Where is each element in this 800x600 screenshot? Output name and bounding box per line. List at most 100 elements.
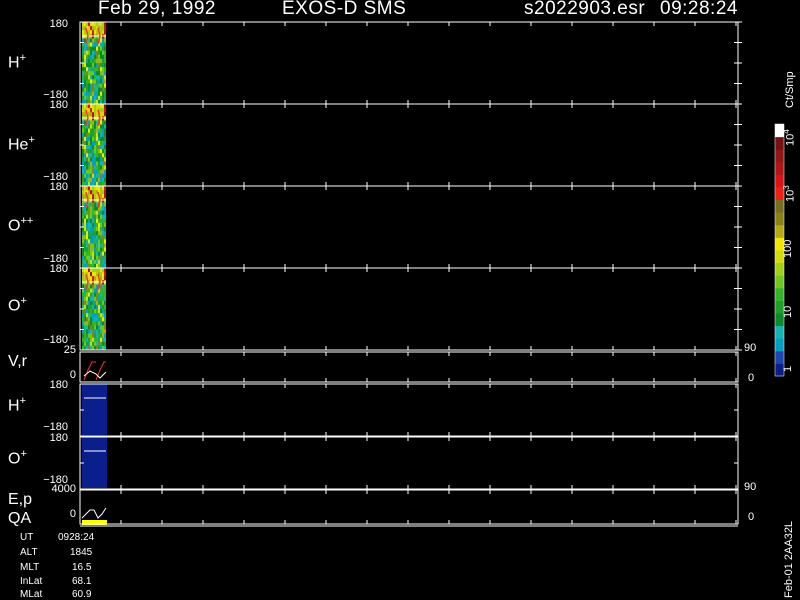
heat-cell [88, 239, 90, 244]
heat-cell [88, 190, 90, 195]
heat-cell [104, 313, 106, 318]
heat-cell [92, 165, 94, 171]
heat-cell [92, 79, 94, 84]
heat-cell [92, 259, 94, 265]
heat-cell [98, 251, 100, 257]
heat-cell [104, 210, 106, 216]
heat-cell [84, 161, 86, 166]
heat-cell [104, 194, 106, 199]
heat-cell [100, 95, 102, 101]
heat-cell [92, 145, 94, 150]
heat-cell [104, 190, 106, 195]
heat-cell [92, 42, 94, 48]
heat-cell [92, 153, 94, 158]
heat-cell [88, 67, 90, 72]
heat-cell [90, 202, 92, 207]
heat-cell [100, 149, 102, 154]
heat-cell [94, 140, 96, 146]
heat-cell [86, 87, 88, 93]
heat-cell [92, 132, 94, 138]
heat-cell [102, 157, 104, 162]
heat-cell [92, 329, 94, 335]
heat-cell [100, 42, 102, 48]
heat-cell [104, 50, 106, 56]
colorbar-tick-1e3: 103 [782, 185, 797, 202]
heat-cell [100, 83, 102, 89]
colorbar-segment [775, 350, 784, 364]
heat-cell [98, 91, 100, 97]
heat-cell [88, 108, 90, 113]
heat-cell [86, 329, 88, 335]
heat-cell [90, 132, 92, 138]
heat-cell [94, 255, 96, 261]
panel3-label: O++ [8, 215, 34, 235]
heat-cell [98, 243, 100, 248]
heat-cell [96, 235, 98, 240]
heat-cell [98, 333, 100, 339]
heat-cell [104, 128, 106, 134]
heat-cell [88, 46, 90, 52]
heat-cell [86, 218, 88, 224]
heat-cell [98, 79, 100, 84]
heat-cell [100, 272, 102, 277]
heat-cell [104, 22, 106, 27]
heat-cell [94, 30, 96, 35]
heat-cell [92, 247, 94, 253]
heat-cell [100, 71, 102, 76]
colorbar-segment [775, 262, 784, 276]
heat-cell [102, 317, 104, 322]
heat-cell [88, 268, 90, 273]
heat-cell [92, 280, 94, 285]
heat-cell [102, 42, 104, 48]
colorbar-unit: Ct/Smp [784, 71, 796, 108]
heat-cell [82, 341, 84, 347]
heat-cell [82, 300, 84, 306]
heat-cell [82, 231, 84, 236]
heat-cell [82, 186, 84, 191]
heat-cell [98, 83, 100, 89]
heat-cell [88, 50, 90, 56]
heat-cell [96, 259, 98, 265]
info-value-inlat: 68.1 [72, 576, 92, 587]
heat-cell [104, 272, 106, 277]
heat-cell [102, 165, 104, 171]
heat-cell [94, 214, 96, 220]
heat-cell [96, 91, 98, 97]
heat-cell [82, 108, 84, 113]
heat-cell [82, 337, 84, 343]
heat-cell [104, 202, 106, 207]
heat-cell [100, 177, 102, 183]
heat-cell [100, 26, 102, 31]
heat-cell [88, 145, 90, 150]
heat-cell [86, 296, 88, 302]
heat-cell [104, 108, 106, 113]
heat-cell [100, 58, 102, 64]
heat-cell [96, 313, 98, 318]
heat-cell [96, 165, 98, 171]
heat-cell [94, 157, 96, 162]
plot-canvas [79, 21, 785, 527]
heat-cell [82, 157, 84, 162]
heat-cell [94, 218, 96, 224]
heat-cell [100, 67, 102, 72]
heat-cell [102, 341, 104, 347]
heat-cell [84, 116, 86, 121]
heat-cell [94, 34, 96, 39]
heat-cell [90, 30, 92, 35]
heat-cell [102, 190, 104, 195]
heat-cell [92, 309, 94, 314]
heat-cell [88, 206, 90, 212]
heat-cell [100, 128, 102, 134]
heat-cell [84, 210, 86, 216]
heat-cell [100, 292, 102, 298]
heat-cell [98, 153, 100, 158]
heat-cell [90, 104, 92, 109]
heat-cell [94, 177, 96, 183]
heat-cell [90, 71, 92, 76]
heat-cell [102, 140, 104, 146]
heat-cell [92, 202, 94, 207]
heat-cell [82, 235, 84, 240]
heat-cell [90, 276, 92, 281]
heat-cell [84, 145, 86, 150]
heat-cell [100, 214, 102, 220]
